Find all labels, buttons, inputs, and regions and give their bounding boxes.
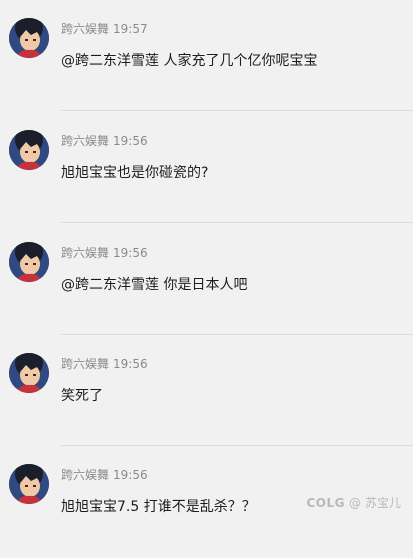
- comment-meta: 跨六娱舞 19:56: [61, 132, 148, 150]
- user-avatar[interactable]: [9, 464, 49, 504]
- comment-item: 跨六娱舞 19:56 @跨二东洋雪莲 你是日本人吧: [0, 224, 413, 336]
- comment-item: 跨六娱舞 19:56 旭旭宝宝也是你碰瓷的?: [0, 112, 413, 224]
- comment-text: @跨二东洋雪莲 你是日本人吧: [61, 277, 248, 293]
- timestamp: 19:56: [113, 468, 148, 482]
- user-avatar[interactable]: [9, 18, 49, 58]
- user-avatar[interactable]: [9, 353, 49, 393]
- anime-character-avatar-icon: [9, 18, 49, 58]
- anime-character-avatar-icon: [9, 130, 49, 170]
- username[interactable]: 跨六娱舞: [61, 357, 109, 371]
- timestamp: 19:56: [113, 246, 148, 260]
- comment-text: @跨二东洋雪莲 人家充了几个亿你呢宝宝: [61, 53, 318, 69]
- comment-text: 旭旭宝宝7.5 打谁不是乱杀？？: [61, 499, 256, 515]
- comment-meta: 跨六娱舞 19:56: [61, 466, 148, 484]
- comment-item: 跨六娱舞 19:57 @跨二东洋雪莲 人家充了几个亿你呢宝宝: [0, 0, 413, 112]
- timestamp: 19:57: [113, 22, 148, 36]
- username[interactable]: 跨六娱舞: [61, 468, 109, 482]
- anime-character-avatar-icon: [9, 242, 49, 282]
- username[interactable]: 跨六娱舞: [61, 246, 109, 260]
- comment-meta: 跨六娱舞 19:56: [61, 355, 148, 373]
- timestamp: 19:56: [113, 134, 148, 148]
- comment-meta: 跨六娱舞 19:56: [61, 244, 148, 262]
- anime-character-avatar-icon: [9, 353, 49, 393]
- watermark-brand: COLG: [306, 496, 345, 510]
- watermark-at: @: [348, 496, 361, 510]
- comment-text: 旭旭宝宝也是你碰瓷的?: [61, 165, 209, 181]
- comment-feed: 跨六娱舞 19:57 @跨二东洋雪莲 人家充了几个亿你呢宝宝 跨六娱舞 19:56 …: [0, 0, 413, 529]
- comment-text: 笑死了: [61, 388, 103, 404]
- divider: [61, 222, 413, 223]
- username[interactable]: 跨六娱舞: [61, 22, 109, 36]
- timestamp: 19:56: [113, 357, 148, 371]
- comment-meta: 跨六娱舞 19:57: [61, 20, 148, 38]
- anime-character-avatar-icon: [9, 464, 49, 504]
- comment-item: 跨六娱舞 19:56 笑死了: [0, 335, 413, 447]
- user-avatar[interactable]: [9, 130, 49, 170]
- divider: [61, 110, 413, 111]
- watermark-user: 苏宝儿: [364, 496, 401, 510]
- watermark: COLG @ 苏宝儿: [306, 495, 401, 511]
- user-avatar[interactable]: [9, 242, 49, 282]
- username[interactable]: 跨六娱舞: [61, 134, 109, 148]
